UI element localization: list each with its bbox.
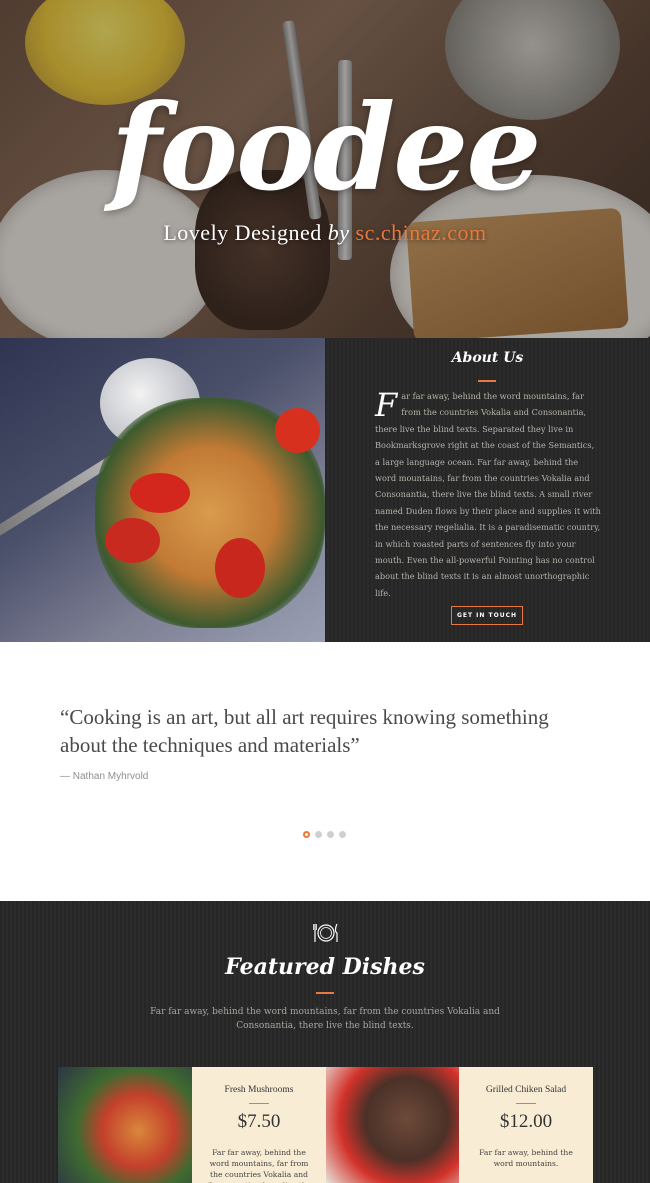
about-title: About Us	[451, 350, 524, 366]
about-title-divider	[478, 380, 496, 382]
dish-description: Far far away, behind the word mountains.	[479, 1148, 573, 1168]
dish-name: Fresh Mushrooms	[224, 1085, 294, 1095]
slider-dots	[303, 831, 346, 838]
dish-card-mushrooms[interactable]: Fresh Mushrooms $7.50 Far far away, behi…	[192, 1067, 326, 1183]
get-in-touch-button[interactable]: GET IN TOUCH	[451, 606, 523, 625]
hero-tagline: Lovely Designed by sc.chinaz.com	[0, 220, 650, 246]
site-logo[interactable]: foodee	[0, 78, 650, 218]
tagline-brand-link[interactable]: sc.chinaz.com	[356, 220, 487, 245]
featured-description: Far far away, behind the word mountains,…	[150, 1007, 500, 1031]
dish-image-mushrooms[interactable]	[58, 1067, 192, 1183]
plate-cutlery-icon	[313, 923, 338, 942]
dish-price: $12.00	[499, 1111, 553, 1132]
featured-title: Featured Dishes	[225, 954, 425, 980]
about-text: ar far away, behind the word mountains, …	[375, 391, 601, 598]
tagline-by: by	[327, 220, 350, 245]
slider-dot-1[interactable]	[303, 831, 310, 838]
slider-dot-4[interactable]	[339, 831, 346, 838]
pasta-dish-image	[0, 338, 325, 642]
dish-divider	[249, 1103, 269, 1104]
testimonial-quote: “Cooking is an art, but all art requires…	[60, 705, 549, 757]
dish-description: Far far away, behind the word mountains,…	[207, 1148, 311, 1183]
about-paragraph: Far far away, behind the word mountains,…	[375, 388, 601, 601]
about-section: About Us Far far away, behind the word m…	[325, 338, 650, 642]
about-dropcap: F	[375, 386, 398, 424]
dish-card-chicken-salad[interactable]: Grilled Chiken Salad $12.00 Far far away…	[459, 1067, 593, 1183]
featured-section: Featured Dishes Far far away, behind the…	[0, 901, 650, 1183]
dish-price: $7.50	[237, 1111, 281, 1132]
dish-divider	[516, 1103, 536, 1104]
slider-dot-3[interactable]	[327, 831, 334, 838]
testimonial-author: — Nathan Myhrvold	[60, 771, 149, 782]
featured-title-divider	[316, 992, 334, 994]
dish-name: Grilled Chiken Salad	[485, 1085, 567, 1095]
tagline-text: Lovely Designed	[163, 220, 322, 245]
hero-section: foodee Lovely Designed by sc.chinaz.com	[0, 0, 650, 338]
dish-image-chicken-salad[interactable]	[326, 1067, 460, 1183]
slider-dot-2[interactable]	[315, 831, 322, 838]
